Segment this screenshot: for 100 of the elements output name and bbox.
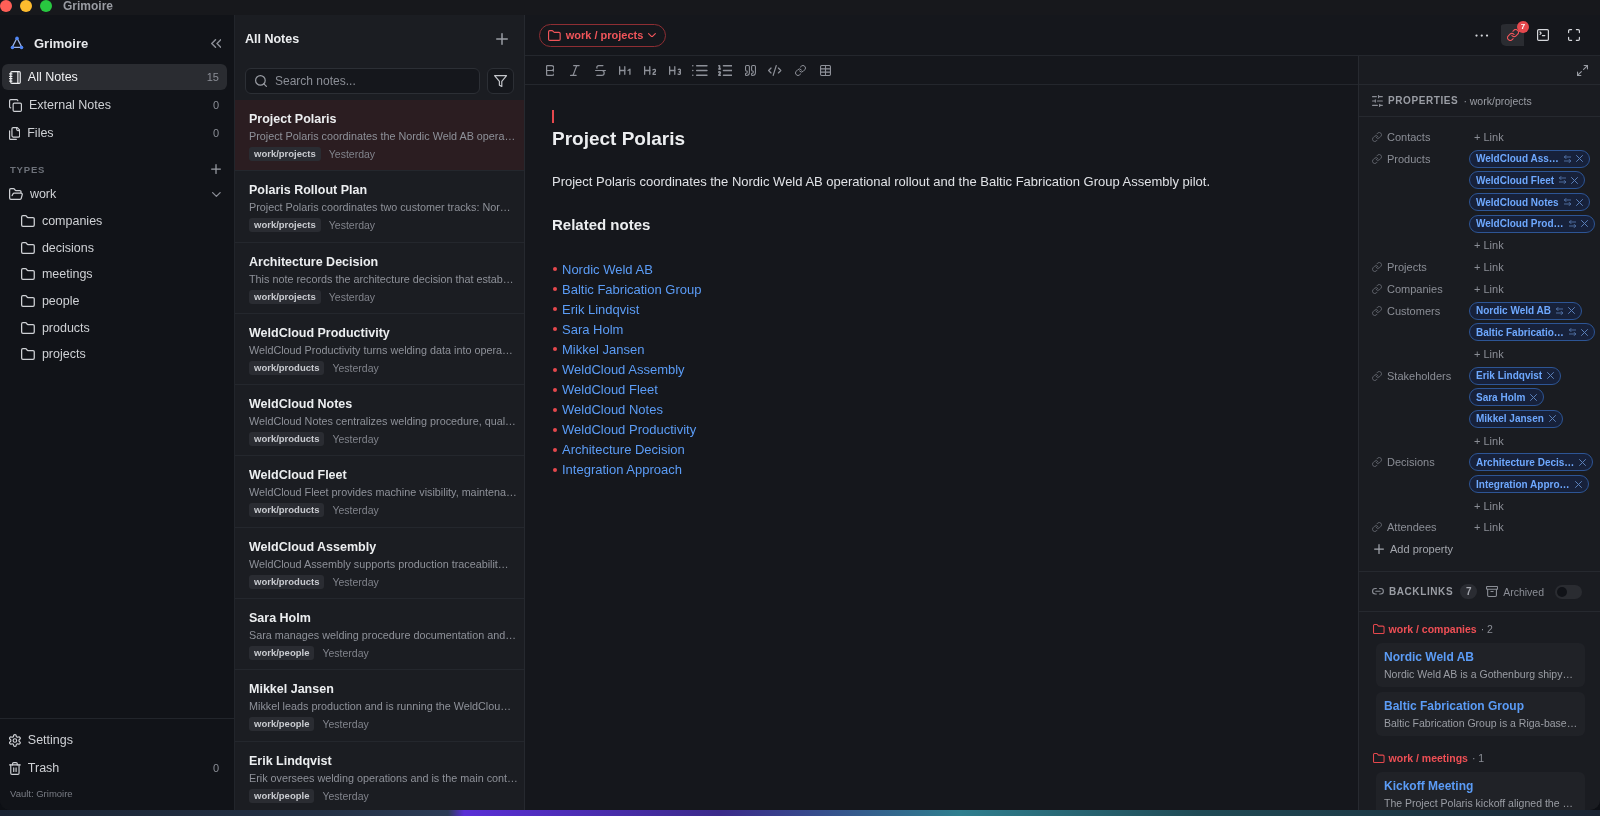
close-icon <box>1574 480 1582 488</box>
note-link[interactable]: Architecture Decision <box>562 442 685 458</box>
folder-icon <box>21 295 35 308</box>
linked-note-chip[interactable]: Sara Holm <box>1469 388 1545 407</box>
trash-icon <box>9 761 21 775</box>
archive-icon <box>1486 586 1499 598</box>
add-property-button[interactable]: Add property <box>1372 540 1600 559</box>
note-item[interactable]: Mikkel Jansen Mikkel leads production and is running the WeldClou… work/people Yesterday <box>235 670 524 742</box>
note-link[interactable]: Baltic Fabrication Group <box>562 281 702 297</box>
linked-note-chip[interactable]: Baltic Fabricatio… <box>1469 323 1595 342</box>
note-date: Yesterday <box>332 504 379 517</box>
backlink-group-path[interactable]: work / companies <box>1388 623 1477 636</box>
sidebar-item[interactable]: Settings <box>2 727 227 753</box>
note-paragraph: Project Polaris coordinates the Nordic Weld AB operational rollout and the Baltic Fabrication Group Assembly pilot. <box>552 173 1212 191</box>
note-item[interactable]: Architecture Decision This note records the architecture decision that estab… work/projects Yesterday <box>235 242 524 314</box>
type-tag: work/products <box>249 360 325 375</box>
minimize-button[interactable] <box>20 0 32 12</box>
backlink-count: 7 <box>1460 584 1478 600</box>
filter-button[interactable] <box>487 68 514 94</box>
section-heading: Related notes <box>552 215 652 235</box>
note-date: Yesterday <box>332 433 379 446</box>
bullet-icon <box>553 327 557 332</box>
note-item[interactable]: Polaris Rollout Plan Project Polaris coordinates two customer tracks: Nor… work/projects Yesterday <box>235 171 524 243</box>
linked-note-chip[interactable]: WeldCloud Fleet <box>1469 171 1586 190</box>
folder-item[interactable]: projects <box>2 341 227 368</box>
linked-note-chip[interactable]: Integration Appro… <box>1469 475 1589 493</box>
search-field[interactable]: Search notes... <box>245 68 480 94</box>
add-link-button[interactable]: + Link <box>1474 344 1504 363</box>
note-link[interactable]: Mikkel Jansen <box>562 341 645 357</box>
linked-note-chip[interactable]: WeldCloud Ass… <box>1469 149 1590 168</box>
fullscreen-icon <box>1567 29 1580 41</box>
folder-item[interactable]: work <box>2 181 227 208</box>
note-snippet: Project Polaris coordinates two customer tracks: Nor… <box>249 200 512 216</box>
backlink-title[interactable]: Baltic Fabrication Group <box>1384 698 1577 715</box>
sidebar-item[interactable]: All Notes 15 <box>2 64 227 90</box>
folder-item[interactable]: meetings <box>2 261 227 288</box>
add-link-button[interactable]: + Link <box>1474 518 1504 537</box>
expand-button[interactable] <box>1577 64 1588 76</box>
note-link[interactable]: Nordic Weld AB <box>562 261 653 277</box>
linked-note-chip[interactable]: WeldCloud Notes <box>1469 193 1590 212</box>
close-icon <box>1548 415 1556 423</box>
linked-note-chip[interactable]: Mikkel Jansen <box>1469 409 1563 428</box>
folder-item[interactable]: decisions <box>2 234 227 262</box>
linked-note-chip[interactable]: Nordic Weld AB <box>1469 301 1583 320</box>
folder-item[interactable]: products <box>2 314 227 342</box>
add-type-button[interactable] <box>211 164 221 174</box>
linked-note-chip[interactable]: Architecture Decis… <box>1469 453 1594 472</box>
backlink-title[interactable]: Kickoff Meeting <box>1384 778 1577 795</box>
add-link-button[interactable]: + Link <box>1474 128 1504 146</box>
note-snippet: WeldCloud Productivity turns welding data into opera… <box>249 342 514 358</box>
note-link[interactable]: Erik Lindqvist <box>562 301 640 317</box>
note-title: WeldCloud Notes <box>249 396 354 413</box>
property-label: Products <box>1387 152 1431 165</box>
add-link-button[interactable]: + Link <box>1474 496 1504 515</box>
links-button[interactable]: 7 <box>1501 21 1529 46</box>
sidebar-item[interactable]: Trash 0 <box>2 755 227 781</box>
italic-icon <box>570 64 580 76</box>
note-date: Yesterday <box>332 361 379 374</box>
note-item[interactable]: Sara Holm Sara manages welding procedure documentation and… work/people Yesterday <box>235 599 524 671</box>
linked-note-chip[interactable]: Erik Lindqvist <box>1469 366 1562 385</box>
note-link[interactable]: WeldCloud Fleet <box>562 382 658 398</box>
zoom-button[interactable] <box>40 0 52 12</box>
archived-toggle[interactable] <box>1555 584 1582 599</box>
sidebar-item[interactable]: Files 0 <box>2 120 227 146</box>
note-link[interactable]: WeldCloud Productivity <box>562 422 697 438</box>
backlink-group-path[interactable]: work / meetings <box>1388 752 1468 765</box>
files-icon <box>9 126 21 140</box>
note-link[interactable]: Integration Approach <box>562 462 682 478</box>
folder-icon <box>548 29 561 41</box>
backlink-card[interactable]: Baltic Fabrication Group Baltic Fabrication Group is a Riga-base… <box>1376 692 1585 737</box>
add-link-button[interactable]: + Link <box>1474 258 1504 277</box>
backlink-card[interactable]: Nordic Weld AB Nordic Weld AB is a Gothenburg shipy… <box>1376 643 1585 688</box>
note-link[interactable]: Sara Holm <box>562 321 624 337</box>
note-item[interactable]: Project Polaris Project Polaris coordinates the Nordic Weld AB opera… work/projects Yesterday <box>235 100 524 172</box>
add-link-button[interactable]: + Link <box>1474 279 1504 298</box>
note-item[interactable]: WeldCloud Assembly WeldCloud Assembly supports production traceabilit… work/products Yesterday <box>235 527 524 600</box>
backlink-snippet: Nordic Weld AB is a Gothenburg shipy… <box>1384 667 1574 682</box>
add-link-button[interactable]: + Link <box>1474 431 1504 450</box>
close-icon <box>1568 307 1576 314</box>
add-link-button[interactable]: + Link <box>1474 236 1504 255</box>
folder-item[interactable]: companies <box>2 207 227 235</box>
note-link[interactable]: WeldCloud Notes <box>562 402 663 418</box>
new-note-button[interactable] <box>496 33 508 45</box>
folder-item[interactable]: people <box>2 287 227 315</box>
backlink-title[interactable]: Nordic Weld AB <box>1384 649 1577 666</box>
sidebar-item[interactable]: External Notes 0 <box>2 92 227 118</box>
type-tag: work/people <box>249 788 315 803</box>
note-item[interactable]: WeldCloud Notes WeldCloud Notes centralizes welding procedure, qual… work/products Yesterday <box>235 385 524 457</box>
collapse-sidebar-button[interactable] <box>209 36 223 50</box>
note-title: Mikkel Jansen <box>249 681 335 698</box>
close-button[interactable] <box>0 0 12 12</box>
linked-note-chip[interactable]: WeldCloud Prod… <box>1469 214 1595 233</box>
note-title: Erik Lindqvist <box>249 752 333 769</box>
property-label: Customers <box>1387 304 1441 317</box>
note-link[interactable]: WeldCloud Assembly <box>562 362 685 377</box>
note-item[interactable]: WeldCloud Fleet WeldCloud Fleet provides machine visibility, maintena… work/products Yesterday <box>235 456 524 528</box>
note-item[interactable]: WeldCloud Productivity WeldCloud Productivity turns welding data into opera… work/products Yesterday <box>235 313 524 386</box>
plus-icon <box>1374 544 1384 555</box>
settings-icon <box>9 733 21 747</box>
backlink-card[interactable]: Kickoff Meeting The Project Polaris kickoff aligned the … <box>1376 772 1585 810</box>
